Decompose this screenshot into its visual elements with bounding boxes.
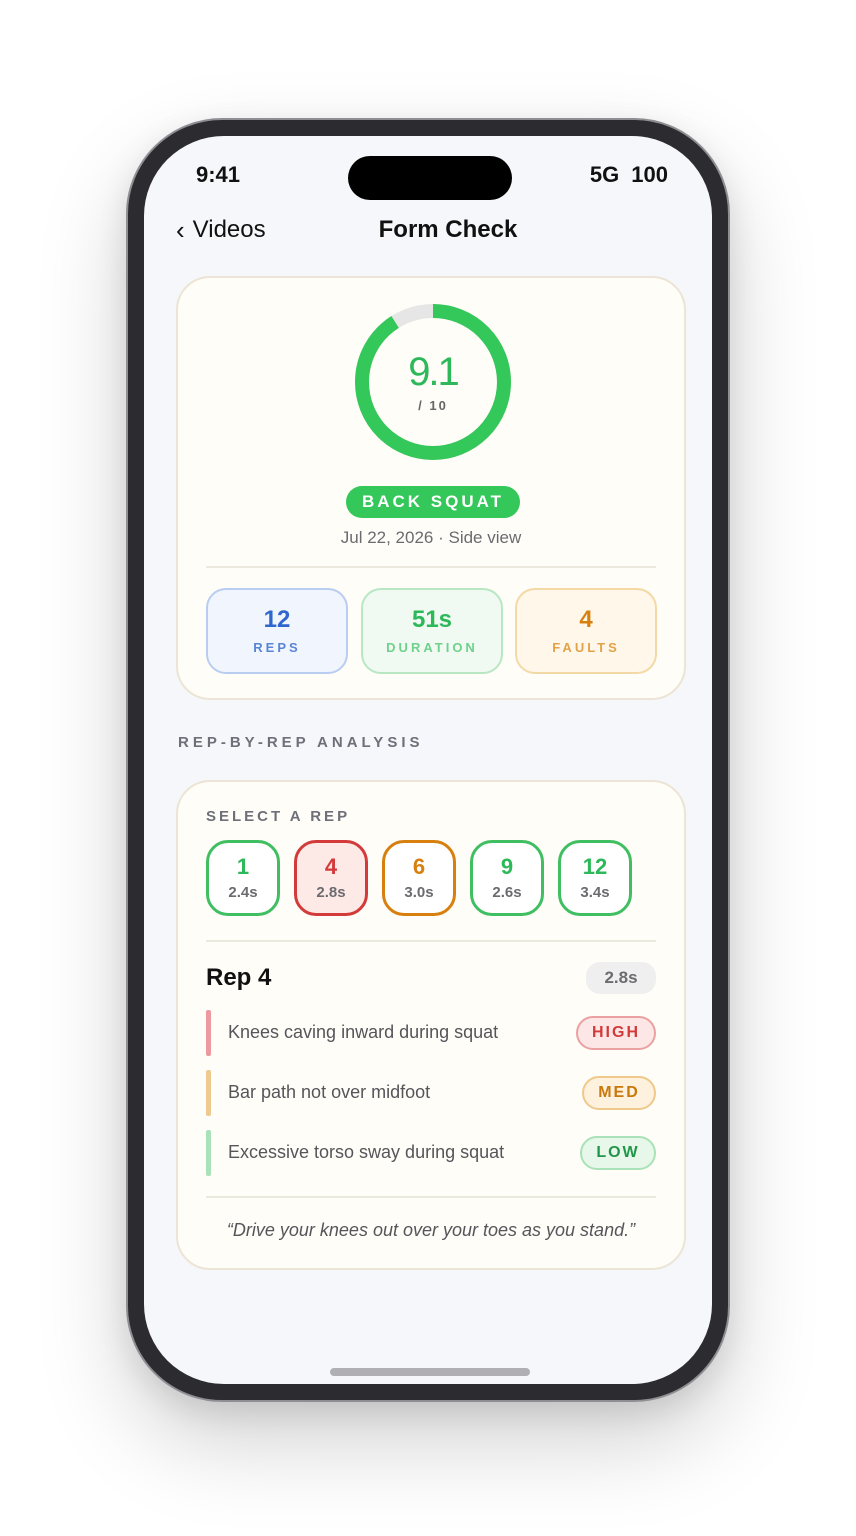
rep-number: 4 [324, 853, 338, 879]
score-max: / 10 [418, 398, 448, 413]
severity-bar [206, 1010, 211, 1056]
severity-bar [206, 1070, 211, 1116]
stat-duration-label: DURATION [386, 640, 478, 655]
severity-badge: HIGH [576, 1016, 656, 1050]
rep-time: 2.8s [316, 883, 346, 901]
status-indicators: 5G 100 [590, 162, 668, 188]
score-card: 9.1 / 10 BACK SQUAT Jul 22, 2026 · Side … [176, 276, 686, 700]
rep-button-6[interactable]: 6 3.0s [382, 840, 456, 916]
rep-number: 12 [582, 853, 608, 879]
rep-time: 2.4s [228, 883, 258, 901]
home-indicator[interactable] [330, 1368, 530, 1376]
dynamic-island [348, 156, 512, 200]
score-value: 9.1 [408, 350, 460, 394]
exercise-badge: BACK SQUAT [346, 486, 520, 518]
fault-text: Excessive torso sway during squat [228, 1142, 505, 1162]
stat-faults-label: FAULTS [552, 640, 620, 655]
stat-reps-label: REPS [253, 640, 301, 655]
select-rep-label: SELECT A REP [206, 808, 351, 825]
rep-time: 3.4s [580, 883, 610, 901]
stat-reps: 12 REPS [206, 588, 348, 674]
rep-selector: 1 2.4s 4 2.8s 6 3.0s 9 2.6s 12 3.4s [206, 840, 632, 916]
stat-duration-value: 51s [411, 606, 453, 633]
fault-item: Knees caving inward during squat HIGH [206, 1010, 656, 1056]
divider [206, 566, 656, 568]
network-indicator: 5G [589, 162, 620, 187]
stat-faults: 4 FAULTS [515, 588, 657, 674]
divider [206, 940, 656, 942]
stat-reps-value: 12 [263, 606, 291, 633]
divider [206, 1196, 656, 1198]
stat-faults-value: 4 [579, 606, 593, 633]
status-time: 9:41 [196, 162, 241, 187]
rep-number: 6 [412, 853, 426, 879]
severity-badge: LOW [580, 1136, 656, 1170]
stat-duration: 51s DURATION [361, 588, 503, 674]
fault-text: Bar path not over midfoot [228, 1082, 431, 1102]
fault-text: Knees caving inward during squat [228, 1022, 499, 1042]
rep-time: 2.6s [492, 883, 522, 901]
rep-button-1[interactable]: 1 2.4s [206, 840, 280, 916]
coaching-cue: “Drive your knees out over your toes as … [226, 1220, 636, 1240]
score-ring: 9.1 / 10 [353, 302, 513, 462]
screen: 9:41 5G 100 ‹ Videos Form Check 9.1 / 10… [144, 136, 712, 1384]
rep-detail-time: 2.8s [586, 962, 656, 994]
battery-indicator: 100 [631, 162, 668, 187]
rep-number: 1 [236, 853, 250, 879]
fault-item: Bar path not over midfoot MED [206, 1070, 656, 1116]
rep-button-12[interactable]: 12 3.4s [558, 840, 632, 916]
rep-detail-title: Rep 4 [206, 964, 272, 991]
rep-button-9[interactable]: 9 2.6s [470, 840, 544, 916]
severity-bar [206, 1130, 211, 1176]
rep-button-4[interactable]: 4 2.8s [294, 840, 368, 916]
rep-number: 9 [500, 853, 514, 879]
page-title: Form Check [378, 216, 518, 243]
fault-item: Excessive torso sway during squat LOW [206, 1130, 656, 1176]
section-label: REP-BY-REP ANALYSIS [178, 734, 424, 751]
severity-badge: MED [582, 1076, 656, 1110]
session-meta: Jul 22, 2026 · Side view [340, 528, 522, 547]
phone-frame: 9:41 5G 100 ‹ Videos Form Check 9.1 / 10… [126, 118, 730, 1402]
rep-analysis-card: SELECT A REP 1 2.4s 4 2.8s 6 3.0s 9 2.6s [176, 780, 686, 1270]
rep-time: 3.0s [404, 883, 434, 901]
